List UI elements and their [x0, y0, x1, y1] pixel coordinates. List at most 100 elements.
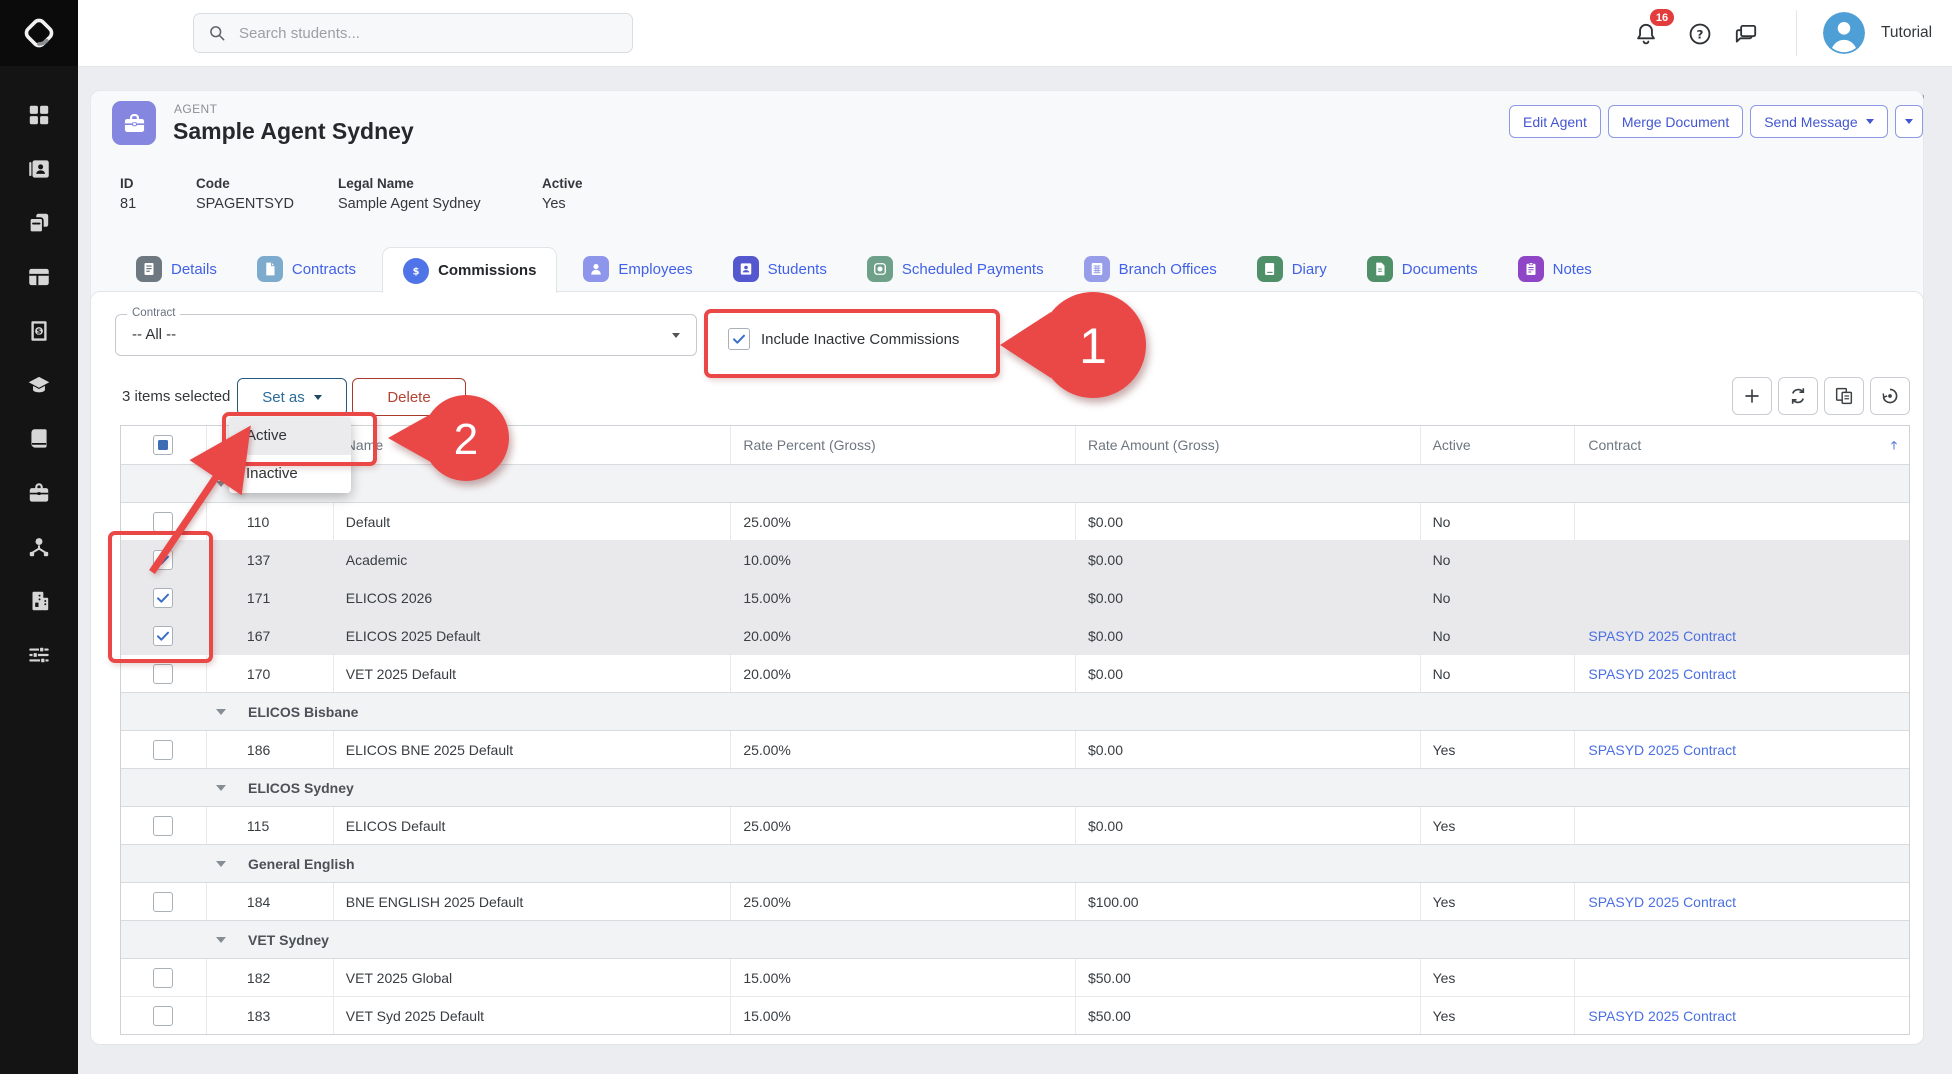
contract-link[interactable]: SPASYD 2025 Contract — [1588, 742, 1736, 758]
set-as-button[interactable]: Set as — [237, 378, 347, 416]
tab-contracts[interactable]: Contracts — [243, 247, 370, 291]
sidebar-item-contacts[interactable] — [0, 142, 78, 196]
tab-students[interactable]: Students — [719, 247, 841, 291]
row-checkbox[interactable] — [153, 588, 173, 608]
tab-notes[interactable]: Notes — [1504, 247, 1606, 291]
group-row[interactable]: ELICOS Bisbane — [121, 692, 1909, 731]
collapse-caret-icon[interactable] — [216, 937, 226, 943]
column-header-rate-amount[interactable]: Rate Amount (Gross) — [1075, 426, 1420, 464]
row-checkbox[interactable] — [153, 550, 173, 570]
tab-documents[interactable]: Documents — [1353, 247, 1492, 291]
sidebar-item-payments[interactable]: $ — [0, 304, 78, 358]
sidebar-item-settings[interactable] — [0, 628, 78, 682]
collapse-caret-icon[interactable] — [216, 481, 226, 487]
sidebar-item-dashboard[interactable] — [0, 88, 78, 142]
column-header-name[interactable]: Name — [333, 426, 731, 464]
contract-link[interactable]: SPASYD 2025 Contract — [1588, 666, 1736, 682]
menu-item-active[interactable]: Active — [229, 417, 351, 455]
sidebar-item-organisation[interactable] — [0, 574, 78, 628]
cell-rate-amount: $0.00 — [1075, 807, 1420, 844]
row-checkbox[interactable] — [153, 512, 173, 532]
duplicate-icon — [1833, 385, 1855, 407]
group-row[interactable]: VET Sydney — [121, 920, 1909, 959]
diary-tab-icon — [1257, 256, 1283, 282]
tab-branch-offices[interactable]: Branch Offices — [1070, 247, 1231, 291]
messages-button[interactable] — [1730, 18, 1762, 50]
table-row[interactable]: 184 BNE ENGLISH 2025 Default 25.00% $100… — [121, 883, 1909, 921]
collapse-caret-icon[interactable] — [216, 709, 226, 715]
duplicate-button[interactable] — [1824, 377, 1864, 415]
user-avatar[interactable] — [1823, 12, 1865, 54]
more-actions-button[interactable] — [1895, 105, 1923, 138]
send-message-button[interactable]: Send Message — [1750, 105, 1887, 138]
column-header-rate-percent[interactable]: Rate Percent (Gross) — [730, 426, 1075, 464]
contract-filter-select[interactable]: Contract -- All -- — [115, 314, 697, 356]
column-header-active[interactable]: Active — [1420, 426, 1575, 464]
contract-link[interactable]: SPASYD 2025 Contract — [1588, 894, 1736, 910]
search-box[interactable] — [193, 13, 633, 53]
svg-text:$: $ — [37, 327, 42, 336]
chevron-down-icon — [1905, 119, 1913, 124]
tab-commissions[interactable]: $ Commissions — [382, 247, 557, 293]
column-header-contract[interactable]: Contract — [1574, 426, 1909, 464]
add-button[interactable] — [1732, 377, 1772, 415]
app-logo-icon[interactable] — [0, 0, 78, 66]
row-checkbox[interactable] — [153, 892, 173, 912]
user-name[interactable]: Tutorial Admin — [1881, 0, 1952, 66]
table-row[interactable]: 182 VET 2025 Global 15.00% $50.00 Yes — [121, 959, 1909, 997]
merge-document-button[interactable]: Merge Document — [1608, 105, 1743, 138]
menu-item-inactive[interactable]: Inactive — [229, 455, 351, 493]
tab-employees[interactable]: Employees — [569, 247, 706, 291]
group-row[interactable]: General English — [121, 844, 1909, 883]
cell-active: Yes — [1420, 731, 1575, 768]
table-body: 110 Default 25.00% $0.00 No 137 Academic… — [121, 464, 1909, 1034]
table-row[interactable]: 171 ELICOS 2026 15.00% $0.00 No — [121, 579, 1909, 617]
refresh-icon — [1787, 385, 1809, 407]
refresh-button[interactable] — [1778, 377, 1818, 415]
row-checkbox[interactable] — [153, 1006, 173, 1026]
sidebar-item-network[interactable] — [0, 520, 78, 574]
table-row[interactable]: 137 Academic 10.00% $0.00 No — [121, 541, 1909, 579]
select-all-checkbox[interactable] — [153, 435, 173, 455]
contract-link[interactable]: SPASYD 2025 Contract — [1588, 1008, 1736, 1024]
table-row[interactable]: 110 Default 25.00% $0.00 No — [121, 503, 1909, 541]
include-inactive-label: Include Inactive Commissions — [761, 331, 959, 348]
history-button[interactable] — [1870, 377, 1910, 415]
sidebar-item-library[interactable] — [0, 412, 78, 466]
tab-diary[interactable]: Diary — [1243, 247, 1341, 291]
table-row[interactable]: 115 ELICOS Default 25.00% $0.00 Yes — [121, 807, 1909, 845]
edit-agent-button[interactable]: Edit Agent — [1509, 105, 1601, 138]
sidebar-item-layout[interactable] — [0, 250, 78, 304]
sidebar-item-documents[interactable] — [0, 196, 78, 250]
tab-details[interactable]: Details — [122, 247, 231, 291]
table-row[interactable]: 170 VET 2025 Default 20.00% $0.00 No SPA… — [121, 655, 1909, 693]
include-inactive-checkbox[interactable] — [728, 328, 750, 350]
table-row[interactable]: 186 ELICOS BNE 2025 Default 25.00% $0.00… — [121, 731, 1909, 769]
settings-icon — [26, 642, 52, 668]
row-checkbox[interactable] — [153, 626, 173, 646]
row-checkbox[interactable] — [153, 816, 173, 836]
row-checkbox[interactable] — [153, 664, 173, 684]
students-tab-icon — [733, 256, 759, 282]
app: $ 16 ? Tutorial Admin AGENT Sample Agent… — [0, 0, 1952, 1074]
network-icon — [26, 534, 52, 560]
meta-label-id: ID — [120, 176, 134, 191]
delete-button[interactable]: Delete — [352, 378, 466, 416]
topbar: 16 ? Tutorial Admin — [78, 0, 1952, 67]
collapse-caret-icon[interactable] — [216, 861, 226, 867]
row-checkbox[interactable] — [153, 968, 173, 988]
contract-link[interactable]: SPASYD 2025 Contract — [1588, 628, 1736, 644]
sort-asc-icon[interactable] — [1887, 438, 1901, 452]
sidebar-item-courses[interactable] — [0, 358, 78, 412]
tab-scheduled-payments[interactable]: Scheduled Payments — [853, 247, 1058, 291]
search-input[interactable] — [237, 24, 611, 43]
group-row[interactable]: ELICOS Sydney — [121, 768, 1909, 807]
sidebar-item-employment[interactable] — [0, 466, 78, 520]
group-row[interactable] — [121, 464, 1909, 503]
cell-active: Yes — [1420, 997, 1575, 1034]
table-row[interactable]: 167 ELICOS 2025 Default 20.00% $0.00 No … — [121, 617, 1909, 655]
table-row[interactable]: 183 VET Syd 2025 Default 15.00% $50.00 Y… — [121, 997, 1909, 1034]
collapse-caret-icon[interactable] — [216, 785, 226, 791]
row-checkbox[interactable] — [153, 740, 173, 760]
help-button[interactable]: ? — [1684, 18, 1716, 50]
